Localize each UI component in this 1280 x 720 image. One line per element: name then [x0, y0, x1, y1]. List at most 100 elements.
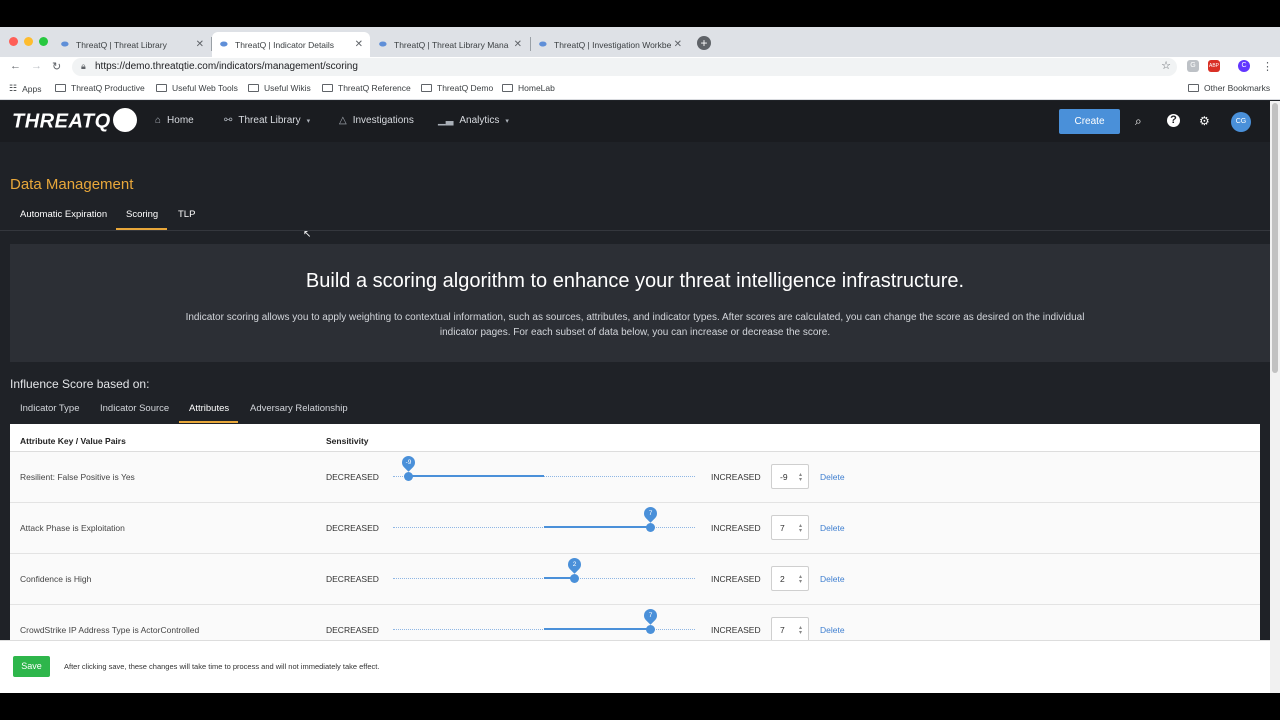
user-avatar[interactable]: CG	[1231, 112, 1251, 132]
browser-tab[interactable]: ⬬ ThreatQ | Threat Library Mana ✕	[371, 32, 529, 57]
slider-fill	[544, 526, 650, 528]
intro-heading: Build a scoring algorithm to enhance you…	[305, 270, 965, 292]
extension-g-icon[interactable]: G	[1187, 60, 1199, 72]
folder-icon	[1188, 84, 1199, 92]
delete-link[interactable]: Delete	[820, 625, 845, 635]
active-tab-indicator	[179, 421, 238, 423]
spinner-arrows-icon[interactable]: ▴ ▾	[799, 472, 802, 483]
help-icon[interactable]: ?	[1167, 114, 1180, 127]
tab-tlp[interactable]: TLP	[178, 209, 195, 220]
tab-close-icon[interactable]: ✕	[674, 39, 682, 50]
nav-home[interactable]: ⌂ Home	[155, 115, 194, 126]
tab-strip: ⬬ ThreatQ | Threat Library ✕ ⬬ ThreatQ |…	[0, 27, 1280, 57]
bookmark-folder[interactable]: ThreatQ Demo	[421, 83, 493, 93]
nav-investigations[interactable]: △ Investigations	[339, 115, 414, 126]
forward-arrow-icon[interactable]: →	[31, 60, 42, 72]
lock-icon: 🔒︎	[81, 61, 86, 71]
slider-handle[interactable]	[645, 625, 655, 634]
tab-title: ThreatQ | Investigation Workbe	[554, 39, 672, 50]
browser-tab[interactable]: ⬬ ThreatQ | Threat Library ✕	[53, 32, 211, 57]
scoring-intro-panel: Build a scoring algorithm to enhance you…	[10, 244, 1270, 362]
new-tab-button[interactable]: +	[697, 36, 711, 50]
slider-value-pin: -9	[399, 453, 418, 472]
create-button[interactable]: Create	[1059, 109, 1120, 134]
search-icon[interactable]: ⌕	[1135, 114, 1142, 129]
bookmark-folder[interactable]: Useful Web Tools	[156, 83, 238, 93]
slider-value-label: 7	[648, 510, 652, 517]
bookmark-folder[interactable]: ThreatQ Productive	[55, 83, 145, 93]
slider-handle[interactable]	[645, 523, 655, 532]
save-note: After clicking save, these changes will …	[64, 662, 380, 671]
increased-label: INCREASED	[711, 472, 761, 482]
bar-chart-icon: ▁▃	[438, 115, 454, 126]
folder-icon	[55, 84, 66, 92]
slider-value-pin: 7	[640, 504, 660, 523]
bookmark-apps[interactable]: ☷ Apps	[9, 83, 41, 94]
score-number-input[interactable]: 7 ▴ ▾	[771, 617, 809, 640]
browser-menu-icon[interactable]: ⋮	[1262, 60, 1273, 73]
intro-description: Indicator scoring allows you to apply we…	[185, 312, 1085, 338]
nav-analytics[interactable]: ▁▃ Analytics ▾	[438, 115, 509, 126]
attribute-label: CrowdStrike IP Address Type is ActorCont…	[20, 625, 200, 635]
delete-link[interactable]: Delete	[820, 523, 845, 533]
delete-link[interactable]: Delete	[820, 574, 845, 584]
bookmark-folder[interactable]: Useful Wikis	[248, 83, 311, 93]
save-button[interactable]: Save	[13, 656, 50, 677]
gear-icon[interactable]: ⚙	[1199, 114, 1210, 128]
tab-close-icon[interactable]: ✕	[355, 39, 363, 50]
score-number-input[interactable]: 7 ▴ ▾	[771, 515, 809, 540]
tab-indicator-type[interactable]: Indicator Type	[20, 403, 80, 414]
tab-adversary-relationship[interactable]: Adversary Relationship	[250, 403, 348, 414]
threatq-logo-mark-icon	[112, 108, 137, 132]
page-title: Data Management	[10, 176, 134, 193]
reload-icon[interactable]: ↻	[52, 60, 61, 73]
tab-attributes[interactable]: Attributes	[189, 403, 229, 414]
nav-threat-library[interactable]: ⚯ Threat Library ▾	[224, 115, 310, 126]
back-arrow-icon[interactable]: ←	[10, 60, 21, 72]
bookmark-other[interactable]: Other Bookmarks	[1188, 83, 1270, 93]
maximize-window-button[interactable]	[39, 37, 48, 46]
increased-label: INCREASED	[711, 523, 761, 533]
tab-indicator-source[interactable]: Indicator Source	[100, 403, 169, 414]
close-window-button[interactable]	[9, 37, 18, 46]
spinner-arrows-icon[interactable]: ▴ ▾	[799, 523, 802, 534]
score-number-input[interactable]: 2 ▴ ▾	[771, 566, 809, 591]
slider-handle[interactable]	[404, 472, 414, 481]
tab-close-icon[interactable]: ✕	[196, 39, 204, 50]
slider-handle[interactable]	[570, 574, 580, 583]
bookmark-folder[interactable]: HomeLab	[502, 83, 555, 93]
table-row: Attack Phase is Exploitation DECREASED 7 IN…	[10, 503, 1260, 554]
minimize-window-button[interactable]	[24, 37, 33, 46]
folder-icon	[502, 84, 513, 92]
bookmark-folder[interactable]: ThreatQ Reference	[322, 83, 411, 93]
spinner-arrows-icon[interactable]: ▴ ▾	[799, 574, 802, 585]
browser-tab-active[interactable]: ⬬ ThreatQ | Indicator Details ✕	[212, 32, 370, 57]
divider	[0, 230, 1270, 231]
page-scrollbar[interactable]	[1270, 101, 1280, 693]
address-bar[interactable]: 🔒︎ https://demo.threatqtie.com/indicator…	[72, 58, 1177, 76]
delete-link[interactable]: Delete	[820, 472, 845, 482]
attribute-label: Confidence is High	[20, 574, 92, 584]
column-header-sensitivity: Sensitivity	[326, 436, 369, 446]
column-header-key: Attribute Key / Value Pairs	[20, 436, 126, 446]
adblock-plus-icon[interactable]: ABP	[1208, 60, 1220, 72]
tab-close-icon[interactable]: ✕	[514, 39, 522, 50]
save-footer: Save After clicking save, these changes …	[0, 640, 1270, 693]
profile-avatar-icon[interactable]: C	[1238, 60, 1250, 72]
url-text: https://demo.threatqtie.com/indicators/m…	[95, 61, 358, 72]
folder-icon	[156, 84, 167, 92]
threatq-logo[interactable]: THREATQ	[12, 108, 137, 134]
influence-heading: Influence Score based on:	[10, 377, 150, 391]
decreased-label: DECREASED	[326, 472, 379, 482]
bookmark-star-icon[interactable]: ☆	[1161, 59, 1171, 72]
increased-label: INCREASED	[711, 574, 761, 584]
tab-automatic-expiration[interactable]: Automatic Expiration	[20, 209, 107, 220]
score-number-input[interactable]: -9 ▴ ▾	[771, 464, 809, 489]
home-icon: ⌂	[155, 115, 162, 126]
spinner-arrows-icon[interactable]: ▴ ▾	[799, 625, 802, 636]
scrollbar-thumb[interactable]	[1272, 103, 1278, 373]
table-row: CrowdStrike IP Address Type is ActorCont…	[10, 605, 1260, 640]
tab-scoring[interactable]: Scoring	[126, 209, 158, 220]
browser-tab[interactable]: ⬬ ThreatQ | Investigation Workbe ✕	[531, 32, 689, 57]
caret-down-icon: ▾	[306, 117, 311, 125]
